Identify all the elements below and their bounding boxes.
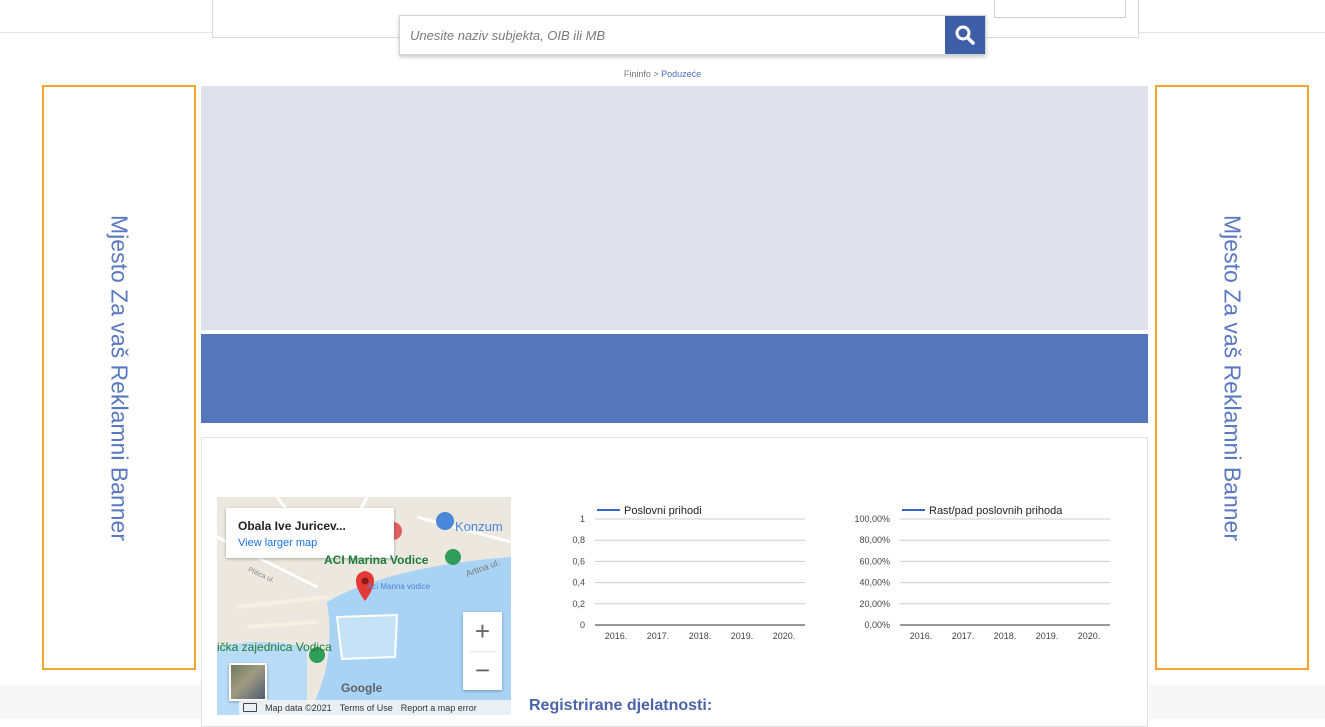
hero-placeholder (201, 86, 1148, 330)
location-map[interactable]: Obala Ive Juricev... View larger map Kon… (217, 497, 511, 715)
y-tick-label: 20,00% (859, 599, 890, 609)
satellite-toggle-thumbnail[interactable] (229, 663, 267, 701)
y-tick-label: 0,00% (864, 620, 890, 630)
chart-revenue-svg: Poslovni prihodi 0 0,2 0,4 0,6 0,8 1 2016. 2017.… (572, 505, 805, 641)
y-tick-label: 0,6 (572, 556, 585, 566)
zoom-out-button[interactable]: − (463, 651, 502, 690)
x-tick-label: 2016. (910, 631, 933, 641)
page-background-strip (0, 685, 201, 719)
view-larger-map-link[interactable]: View larger map (238, 537, 317, 549)
map-footer: Map data ©2021 Terms of Use Report a map… (239, 700, 511, 715)
map-data-credit: Map data ©2021 (265, 702, 332, 713)
map-label-aci: Aci Marina vodice (367, 582, 431, 591)
map-label-konzum: Konzum (455, 519, 503, 534)
breadcrumb-separator: > (653, 69, 659, 79)
ad-banner-left-text: Mjesto Za vaš Reklamni Banner (106, 214, 133, 541)
ad-banner-left[interactable]: Mjesto Za vaš Reklamni Banner (42, 85, 196, 670)
legend-label: Rast/pad poslovnih prihoda (929, 505, 1063, 517)
ad-banner-right[interactable]: Mjesto Za vaš Reklamni Banner (1155, 85, 1309, 670)
registered-activities-heading: Registrirane djelatnosti: (529, 697, 713, 714)
x-tick-label: 2018. (994, 631, 1017, 641)
x-tick-label: 2019. (1036, 631, 1059, 641)
x-tick-label: 2019. (731, 631, 754, 641)
zoom-in-button[interactable]: + (463, 612, 502, 651)
legend-label: Poslovni prihodi (624, 505, 702, 517)
y-tick-label: 40,00% (859, 578, 890, 588)
shopping-icon (436, 512, 454, 530)
page-background-strip (1149, 685, 1325, 719)
header-user-box[interactable] (994, 0, 1126, 18)
x-tick-label: 2017. (647, 631, 670, 641)
map-info-box: Obala Ive Juricev... View larger map (226, 508, 394, 558)
search-icon (955, 25, 975, 45)
chart-revenue-growth-svg: Rast/pad poslovnih prihoda 0,00% 20,00% 40,… (854, 505, 1110, 641)
report-map-error-link[interactable]: Report a map error (401, 703, 477, 713)
y-tick-label: 1 (580, 514, 585, 524)
y-tick-label: 60,00% (859, 556, 890, 566)
y-tick-label: 100,00% (854, 514, 890, 524)
company-title-bar (201, 334, 1148, 423)
x-tick-label: 2020. (773, 631, 796, 641)
x-tick-label: 2018. (689, 631, 712, 641)
x-tick-label: 2020. (1078, 631, 1101, 641)
map-label-zajednica: ička zajednica Vodica (217, 640, 332, 654)
breadcrumb-home[interactable]: Fininfo (624, 69, 651, 79)
search-button[interactable] (945, 16, 985, 54)
google-logo: Google (341, 681, 383, 695)
x-tick-label: 2016. (605, 631, 628, 641)
y-tick-label: 80,00% (859, 535, 890, 545)
y-tick-label: 0 (580, 620, 585, 630)
ad-banner-right-text: Mjesto Za vaš Reklamni Banner (1219, 214, 1246, 541)
marina-icon (445, 549, 461, 565)
map-place-title: Obala Ive Juricev... (238, 519, 346, 533)
map-label-marina: ACI Marina Vodice (324, 553, 429, 567)
search-bar (399, 15, 986, 55)
breadcrumb-current[interactable]: Poduzeće (661, 69, 701, 79)
chart-revenue-growth: Rast/pad poslovnih prihoda 0,00% 20,00% 40,… (838, 497, 1118, 652)
chart-revenue: Poslovni prihodi 0 0,2 0,4 0,6 0,8 1 2016. 2017.… (540, 497, 820, 652)
breadcrumb: Fininfo > Poduzeće (0, 69, 1325, 79)
y-tick-label: 0,4 (572, 578, 585, 588)
zoom-divider (469, 651, 496, 652)
keyboard-icon[interactable] (243, 703, 257, 712)
y-tick-label: 0,2 (572, 599, 585, 609)
terms-of-use-link[interactable]: Terms of Use (340, 703, 393, 713)
search-input[interactable] (400, 16, 946, 54)
y-tick-label: 0,8 (572, 535, 585, 545)
map-zoom-control: + − (463, 612, 502, 690)
x-tick-label: 2017. (952, 631, 975, 641)
